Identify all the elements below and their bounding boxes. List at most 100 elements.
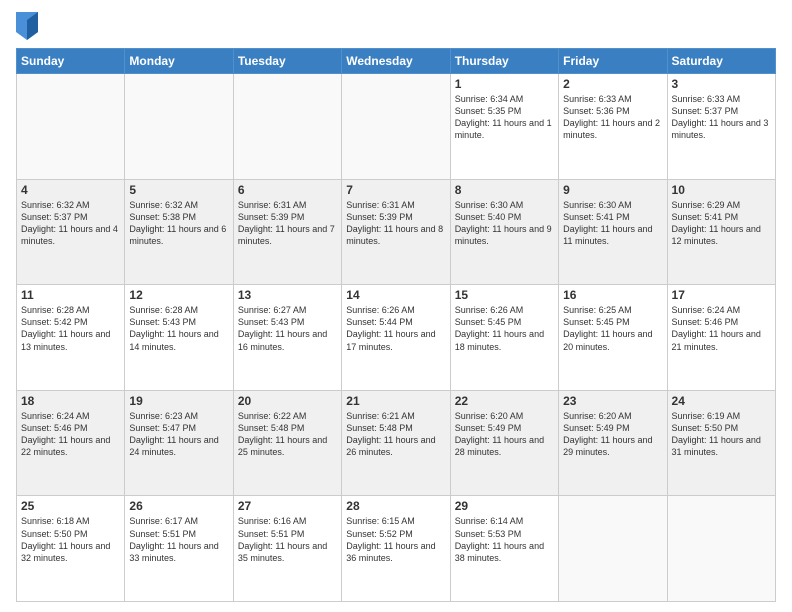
day-number: 27 [238, 499, 337, 513]
day-number: 26 [129, 499, 228, 513]
day-info: Sunrise: 6:20 AM Sunset: 5:49 PM Dayligh… [455, 410, 554, 459]
day-number: 19 [129, 394, 228, 408]
calendar-cell-1-1: 5 Sunrise: 6:32 AM Sunset: 5:38 PM Daylig… [125, 179, 233, 285]
day-info: Sunrise: 6:24 AM Sunset: 5:46 PM Dayligh… [672, 304, 771, 353]
day-info: Sunrise: 6:33 AM Sunset: 5:36 PM Dayligh… [563, 93, 662, 142]
day-number: 6 [238, 183, 337, 197]
calendar-cell-1-4: 8Sunrise: 6:30 AM Sunset: 5:40 PM Daylig… [450, 179, 558, 285]
day-number: 16 [563, 288, 662, 302]
calendar-cell-3-3: 21 Sunrise: 6:21 AM Sunset: 5:48 PM Dayli… [342, 390, 450, 496]
day-info: Sunrise: 6:24 AM Sunset: 5:46 PM Dayligh… [21, 410, 120, 459]
calendar-cell-4-0: 25 Sunrise: 6:18 AM Sunset: 5:50 PM Dayli… [17, 496, 125, 602]
day-info: Sunrise: 6:21 AM Sunset: 5:48 PM Dayligh… [346, 410, 445, 459]
day-info: Sunrise: 6:31 AM Sunset: 5:39 PM Dayligh… [238, 199, 337, 248]
calendar-header-thursday: Thursday [450, 49, 558, 74]
day-info: Sunrise: 6:20 AM Sunset: 5:49 PM Dayligh… [563, 410, 662, 459]
calendar-cell-3-1: 19 Sunrise: 6:23 AM Sunset: 5:47 PM Dayli… [125, 390, 233, 496]
day-number: 23 [563, 394, 662, 408]
calendar-cell-3-0: 18 Sunrise: 6:24 AM Sunset: 5:46 PM Dayli… [17, 390, 125, 496]
day-info: Sunrise: 6:16 AM Sunset: 5:51 PM Dayligh… [238, 515, 337, 564]
day-info: Sunrise: 6:30 AM Sunset: 5:40 PM Dayligh… [455, 199, 554, 248]
calendar-cell-2-4: 15 Sunrise: 6:26 AM Sunset: 5:45 PM Dayli… [450, 285, 558, 391]
day-info: Sunrise: 6:25 AM Sunset: 5:45 PM Dayligh… [563, 304, 662, 353]
day-number: 13 [238, 288, 337, 302]
day-number: 7 [346, 183, 445, 197]
calendar-table: SundayMondayTuesdayWednesdayThursdayFrid… [16, 48, 776, 602]
day-info: Sunrise: 6:26 AM Sunset: 5:44 PM Dayligh… [346, 304, 445, 353]
day-number: 14 [346, 288, 445, 302]
calendar-cell-2-2: 13 Sunrise: 6:27 AM Sunset: 5:43 PM Dayli… [233, 285, 341, 391]
header [16, 12, 776, 40]
calendar-cell-1-2: 6 Sunrise: 6:31 AM Sunset: 5:39 PM Daylig… [233, 179, 341, 285]
day-info: Sunrise: 6:22 AM Sunset: 5:48 PM Dayligh… [238, 410, 337, 459]
day-number: 3 [672, 77, 771, 91]
calendar-cell-0-3 [342, 74, 450, 180]
calendar-cell-2-6: 17 Sunrise: 6:24 AM Sunset: 5:46 PM Dayli… [667, 285, 775, 391]
day-info: Sunrise: 6:32 AM Sunset: 5:38 PM Dayligh… [129, 199, 228, 248]
day-info: Sunrise: 6:28 AM Sunset: 5:42 PM Dayligh… [21, 304, 120, 353]
calendar-cell-0-6: 3Sunrise: 6:33 AM Sunset: 5:37 PM Daylig… [667, 74, 775, 180]
day-number: 25 [21, 499, 120, 513]
calendar-cell-3-5: 23 Sunrise: 6:20 AM Sunset: 5:49 PM Dayli… [559, 390, 667, 496]
calendar-cell-3-6: 24Sunrise: 6:19 AM Sunset: 5:50 PM Dayli… [667, 390, 775, 496]
calendar-cell-2-3: 14 Sunrise: 6:26 AM Sunset: 5:44 PM Dayli… [342, 285, 450, 391]
day-info: Sunrise: 6:31 AM Sunset: 5:39 PM Dayligh… [346, 199, 445, 248]
day-info: Sunrise: 6:15 AM Sunset: 5:52 PM Dayligh… [346, 515, 445, 564]
calendar-cell-3-2: 20 Sunrise: 6:22 AM Sunset: 5:48 PM Dayli… [233, 390, 341, 496]
calendar-cell-0-0 [17, 74, 125, 180]
day-number: 20 [238, 394, 337, 408]
calendar-cell-1-3: 7 Sunrise: 6:31 AM Sunset: 5:39 PM Daylig… [342, 179, 450, 285]
day-info: Sunrise: 6:34 AM Sunset: 5:35 PM Dayligh… [455, 93, 554, 142]
day-info: Sunrise: 6:27 AM Sunset: 5:43 PM Dayligh… [238, 304, 337, 353]
day-number: 12 [129, 288, 228, 302]
calendar-cell-0-2 [233, 74, 341, 180]
calendar-cell-3-4: 22 Sunrise: 6:20 AM Sunset: 5:49 PM Dayli… [450, 390, 558, 496]
day-number: 24 [672, 394, 771, 408]
calendar-header-sunday: Sunday [17, 49, 125, 74]
day-number: 29 [455, 499, 554, 513]
day-number: 2 [563, 77, 662, 91]
calendar-cell-2-0: 11 Sunrise: 6:28 AM Sunset: 5:42 PM Dayli… [17, 285, 125, 391]
calendar-header-wednesday: Wednesday [342, 49, 450, 74]
calendar-header-friday: Friday [559, 49, 667, 74]
day-number: 1 [455, 77, 554, 91]
day-number: 5 [129, 183, 228, 197]
logo [16, 12, 42, 40]
day-number: 21 [346, 394, 445, 408]
calendar-cell-0-1 [125, 74, 233, 180]
calendar-row-0: 1 Sunrise: 6:34 AM Sunset: 5:35 PM Daylig… [17, 74, 776, 180]
day-info: Sunrise: 6:17 AM Sunset: 5:51 PM Dayligh… [129, 515, 228, 564]
day-number: 22 [455, 394, 554, 408]
calendar-header-row: SundayMondayTuesdayWednesdayThursdayFrid… [17, 49, 776, 74]
day-number: 9 [563, 183, 662, 197]
calendar-cell-4-3: 28Sunrise: 6:15 AM Sunset: 5:52 PM Dayli… [342, 496, 450, 602]
calendar-cell-1-0: 4 Sunrise: 6:32 AM Sunset: 5:37 PM Daylig… [17, 179, 125, 285]
calendar-cell-0-5: 2 Sunrise: 6:33 AM Sunset: 5:36 PM Daylig… [559, 74, 667, 180]
day-info: Sunrise: 6:23 AM Sunset: 5:47 PM Dayligh… [129, 410, 228, 459]
day-number: 11 [21, 288, 120, 302]
day-info: Sunrise: 6:18 AM Sunset: 5:50 PM Dayligh… [21, 515, 120, 564]
page: SundayMondayTuesdayWednesdayThursdayFrid… [0, 0, 792, 612]
calendar-row-3: 18 Sunrise: 6:24 AM Sunset: 5:46 PM Dayli… [17, 390, 776, 496]
calendar-cell-4-4: 29Sunrise: 6:14 AM Sunset: 5:53 PM Dayli… [450, 496, 558, 602]
calendar-row-4: 25 Sunrise: 6:18 AM Sunset: 5:50 PM Dayli… [17, 496, 776, 602]
day-number: 17 [672, 288, 771, 302]
day-number: 4 [21, 183, 120, 197]
calendar-row-1: 4 Sunrise: 6:32 AM Sunset: 5:37 PM Daylig… [17, 179, 776, 285]
day-number: 10 [672, 183, 771, 197]
calendar-cell-1-5: 9Sunrise: 6:30 AM Sunset: 5:41 PM Daylig… [559, 179, 667, 285]
calendar-cell-0-4: 1 Sunrise: 6:34 AM Sunset: 5:35 PM Daylig… [450, 74, 558, 180]
day-number: 18 [21, 394, 120, 408]
day-info: Sunrise: 6:26 AM Sunset: 5:45 PM Dayligh… [455, 304, 554, 353]
calendar-header-monday: Monday [125, 49, 233, 74]
day-info: Sunrise: 6:32 AM Sunset: 5:37 PM Dayligh… [21, 199, 120, 248]
calendar-cell-2-5: 16 Sunrise: 6:25 AM Sunset: 5:45 PM Dayli… [559, 285, 667, 391]
calendar-cell-4-1: 26 Sunrise: 6:17 AM Sunset: 5:51 PM Dayli… [125, 496, 233, 602]
logo-icon [16, 12, 38, 40]
calendar-cell-1-6: 10 Sunrise: 6:29 AM Sunset: 5:41 PM Dayli… [667, 179, 775, 285]
day-number: 15 [455, 288, 554, 302]
calendar-cell-4-6 [667, 496, 775, 602]
calendar-row-2: 11 Sunrise: 6:28 AM Sunset: 5:42 PM Dayli… [17, 285, 776, 391]
calendar-cell-2-1: 12Sunrise: 6:28 AM Sunset: 5:43 PM Dayli… [125, 285, 233, 391]
day-info: Sunrise: 6:29 AM Sunset: 5:41 PM Dayligh… [672, 199, 771, 248]
